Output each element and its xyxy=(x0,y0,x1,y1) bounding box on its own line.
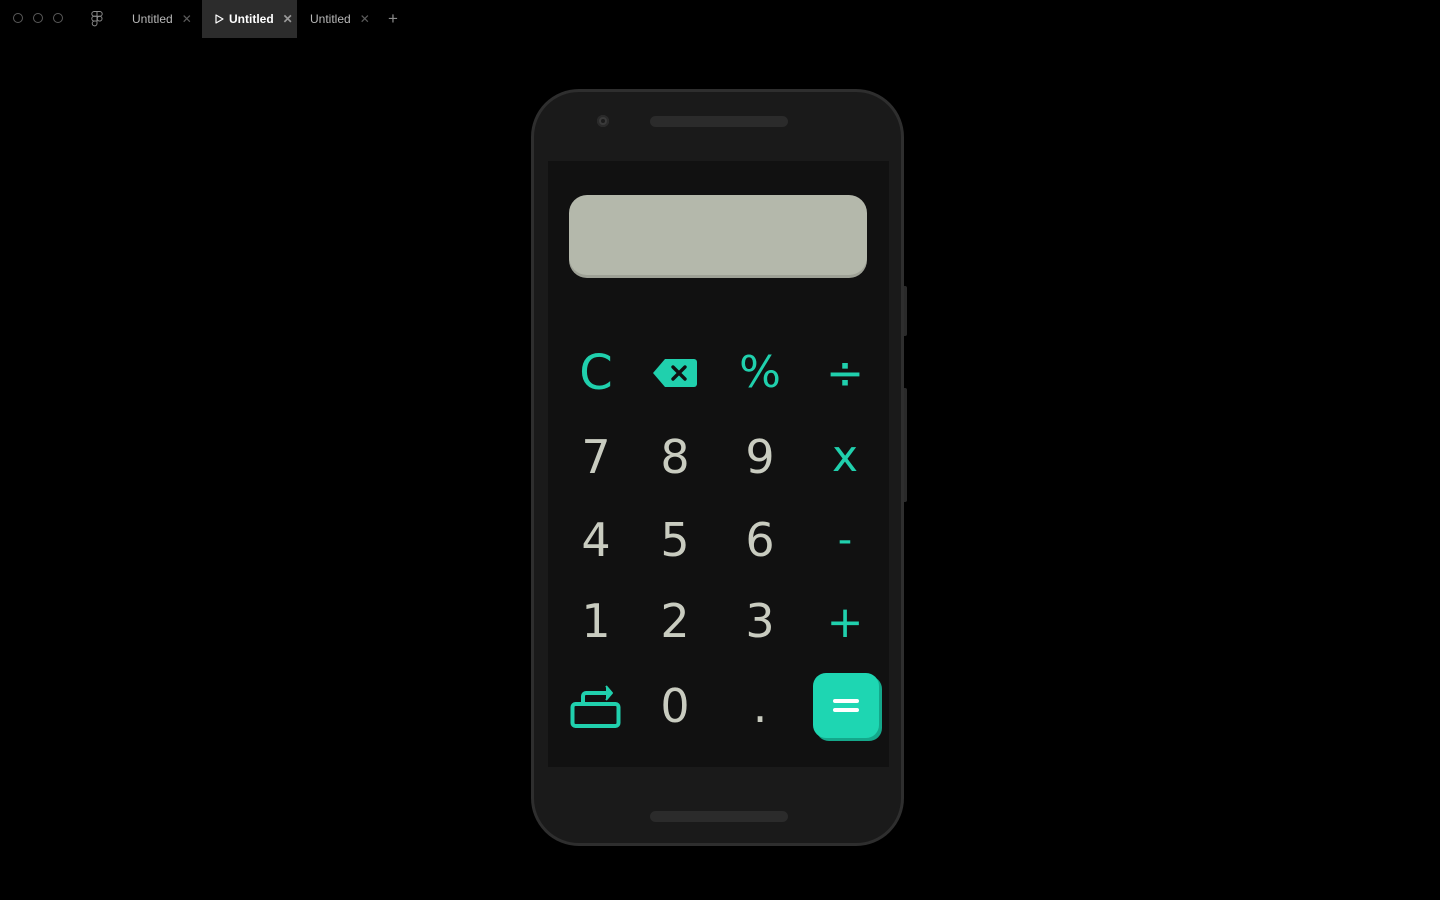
tab-close-icon[interactable]: ✕ xyxy=(182,12,192,26)
new-tab-button[interactable]: + xyxy=(385,10,401,28)
backspace-button[interactable] xyxy=(640,338,710,408)
top-speaker xyxy=(650,116,788,127)
digit-label: 6 xyxy=(745,513,775,567)
multiply-label: x xyxy=(831,431,859,482)
equals-button[interactable] xyxy=(813,673,879,738)
figma-icon[interactable] xyxy=(90,11,104,27)
play-icon xyxy=(215,14,224,24)
plus-label: + xyxy=(826,597,864,648)
digit-8-button[interactable]: 8 xyxy=(640,422,710,492)
minus-button[interactable]: - xyxy=(810,505,880,575)
equals-icon xyxy=(833,698,859,712)
digit-label: 3 xyxy=(745,594,775,648)
minimize-window-button[interactable] xyxy=(33,13,43,23)
calculator-display xyxy=(569,195,867,278)
camera-icon xyxy=(597,115,609,127)
digit-3-button[interactable]: 3 xyxy=(725,586,795,656)
backspace-icon xyxy=(653,359,697,387)
digit-6-button[interactable]: 6 xyxy=(725,505,795,575)
tab-label: Untitled xyxy=(132,12,173,26)
history-button[interactable] xyxy=(561,671,631,741)
divide-button[interactable]: ÷ xyxy=(810,338,880,408)
tab-close-icon[interactable]: ✕ xyxy=(360,12,370,26)
minus-label: - xyxy=(837,517,853,563)
digit-label: 5 xyxy=(660,513,690,567)
percent-label: % xyxy=(739,347,781,398)
plus-button[interactable]: + xyxy=(810,588,880,658)
tab-untitled-2[interactable]: Untitled ✕ xyxy=(202,0,297,38)
bottom-speaker xyxy=(650,811,788,822)
digit-label: 1 xyxy=(581,594,611,648)
tab-label: Untitled xyxy=(310,12,351,26)
digit-4-button[interactable]: 4 xyxy=(561,505,631,575)
digit-5-button[interactable]: 5 xyxy=(640,505,710,575)
digit-label: 0 xyxy=(660,679,690,733)
clear-button[interactable]: C xyxy=(561,338,631,408)
tab-close-icon[interactable]: ✕ xyxy=(283,12,293,26)
digit-9-button[interactable]: 9 xyxy=(725,422,795,492)
digit-2-button[interactable]: 2 xyxy=(640,586,710,656)
percent-button[interactable]: % xyxy=(725,338,795,408)
digit-label: 7 xyxy=(581,430,611,484)
digit-0-button[interactable]: 0 xyxy=(640,671,710,741)
digit-label: 4 xyxy=(581,513,611,567)
history-icon xyxy=(570,685,621,728)
close-window-button[interactable] xyxy=(13,13,23,23)
tab-untitled-3[interactable]: Untitled ✕ xyxy=(297,0,381,38)
decimal-label: . xyxy=(752,679,768,733)
digit-7-button[interactable]: 7 xyxy=(561,422,631,492)
multiply-button[interactable]: x xyxy=(810,422,880,492)
divide-label: ÷ xyxy=(825,346,865,400)
digit-label: 8 xyxy=(660,430,690,484)
digit-1-button[interactable]: 1 xyxy=(561,586,631,656)
title-bar: Untitled ✕ Untitled ✕ Untitled ✕ + xyxy=(0,0,1440,38)
clear-label: C xyxy=(579,345,613,401)
digit-label: 2 xyxy=(660,594,690,648)
decimal-button[interactable]: . xyxy=(725,671,795,741)
calculator-screen: C % ÷ 7 8 9 x 4 5 6 - 1 2 3 + 0 . xyxy=(548,161,889,767)
phone-frame: C % ÷ 7 8 9 x 4 5 6 - 1 2 3 + 0 . xyxy=(531,89,904,846)
tab-label: Untitled xyxy=(229,12,274,26)
zoom-window-button[interactable] xyxy=(53,13,63,23)
tab-untitled-1[interactable]: Untitled ✕ xyxy=(118,0,202,38)
digit-label: 9 xyxy=(745,430,775,484)
